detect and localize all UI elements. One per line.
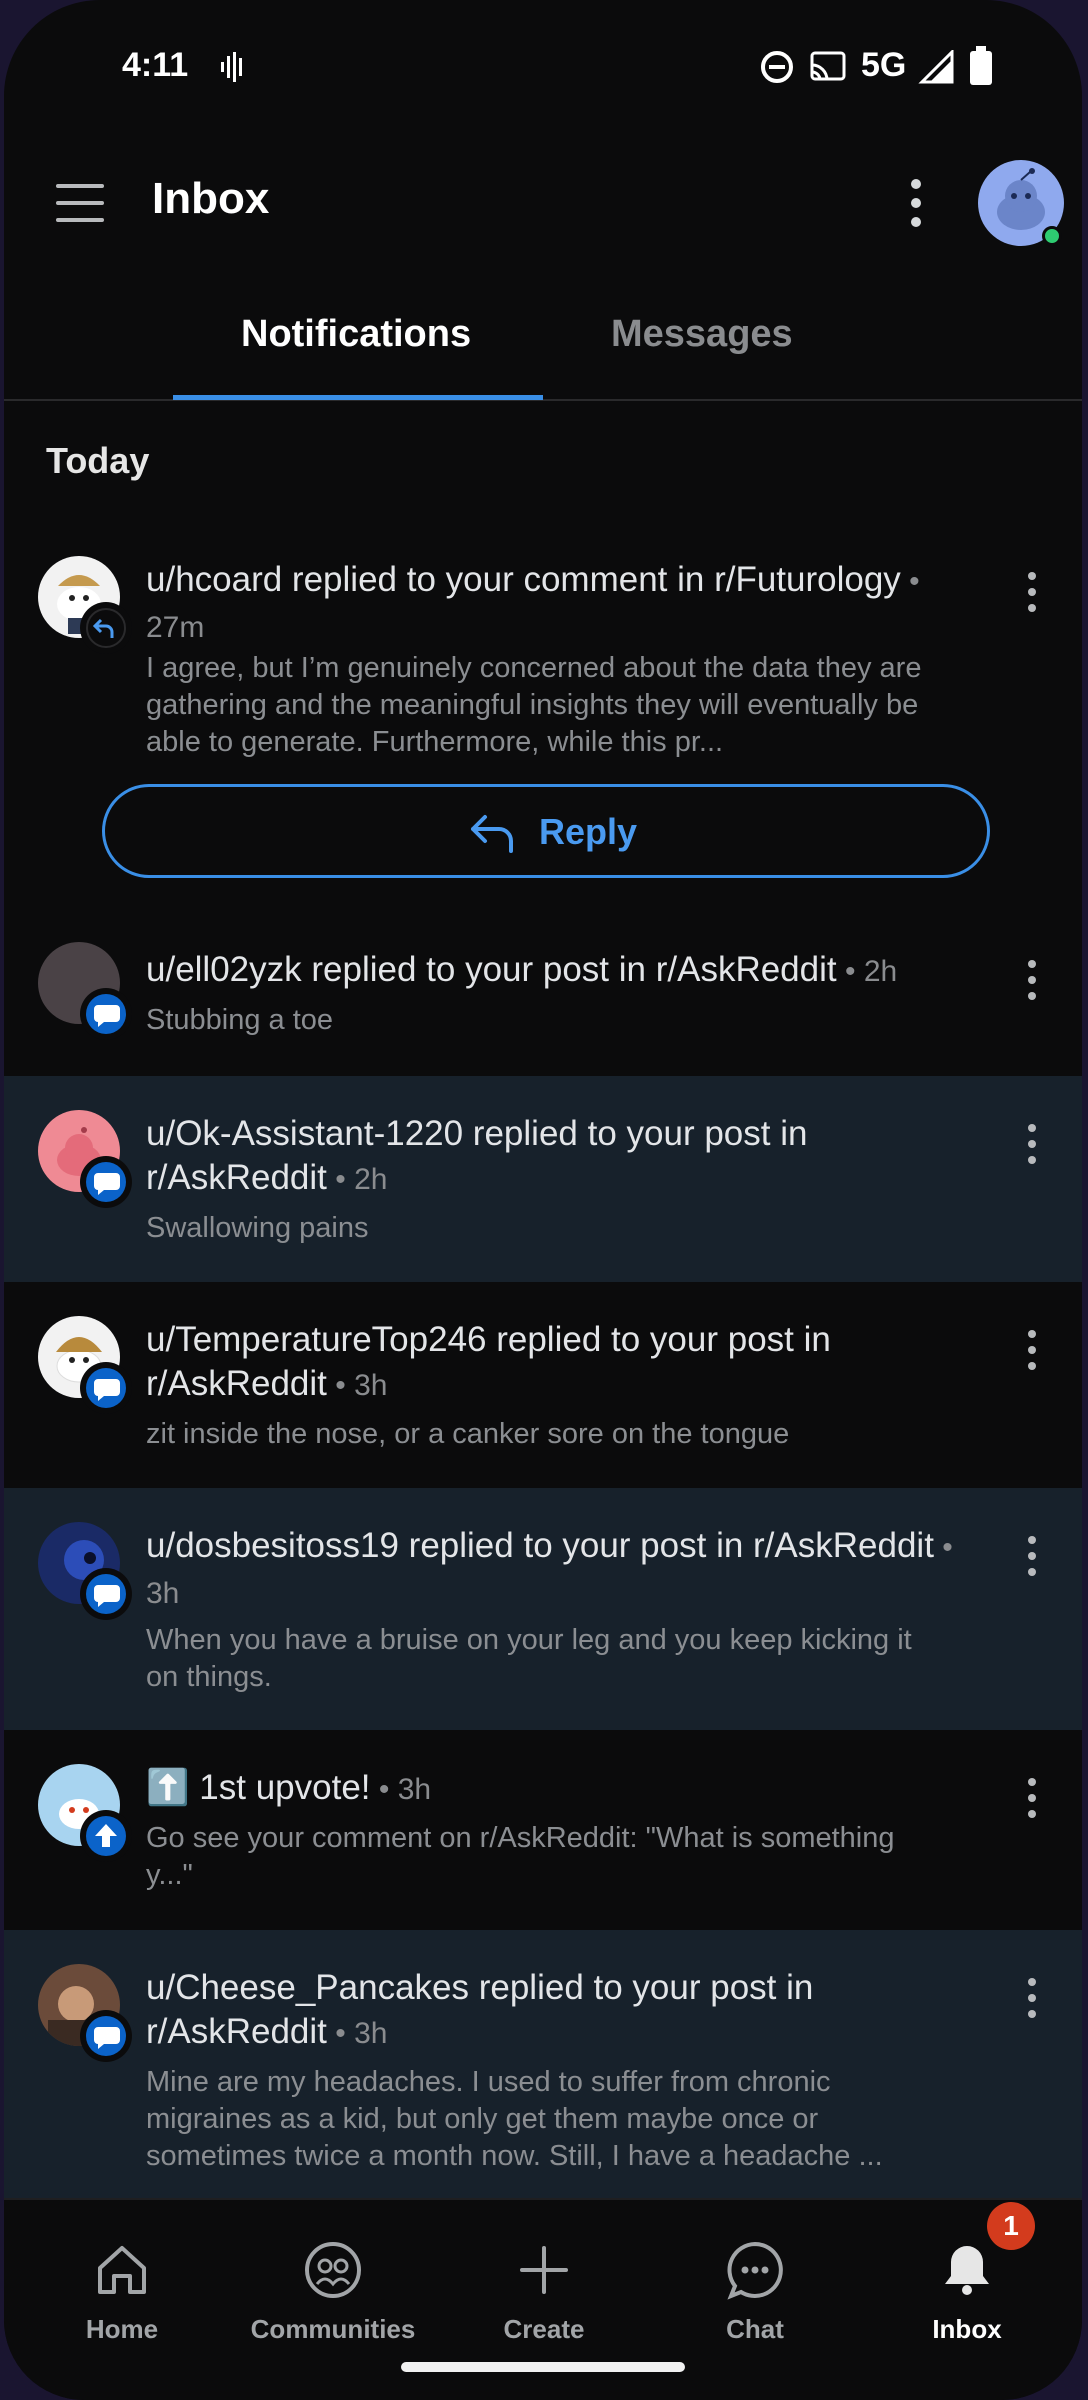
notification-body: Swallowing pains — [146, 1212, 369, 1244]
notification-body: zit inside the nose, or a canker sore on… — [146, 1418, 790, 1450]
plus-icon — [520, 2246, 568, 2294]
notification-item[interactable]: u/Cheese_Pancakes replied to your post i… — [4, 1930, 1082, 2200]
nav-create-label: Create — [503, 2314, 585, 2344]
notification-body: Go see your comment on r/AskReddit: "Wha… — [146, 1822, 895, 1891]
comment-icon — [94, 1585, 120, 1607]
notification-title: u/dosbesitoss19 replied to your post in … — [146, 1526, 953, 1610]
notification-time: 3h — [354, 2017, 388, 2050]
menu-icon[interactable] — [54, 180, 106, 226]
more-options-icon[interactable] — [1022, 1774, 1042, 1824]
notification-type-badge — [80, 2010, 132, 2062]
nav-chat[interactable]: Chat — [665, 2220, 845, 2350]
reply-button-label: Reply — [539, 811, 638, 852]
more-options-icon[interactable] — [1022, 1120, 1042, 1170]
do-not-disturb-icon — [761, 51, 793, 83]
reply-icon — [471, 815, 513, 853]
notification-type-badge — [80, 1362, 132, 1414]
signal-icon — [918, 50, 954, 84]
nav-create[interactable]: Create — [454, 2220, 634, 2350]
notification-type-badge — [80, 1156, 132, 1208]
notification-body: When you have a bruise on your leg and y… — [146, 1624, 912, 1693]
notification-type-badge — [80, 602, 132, 654]
notification-body: Stubbing a toe — [146, 1004, 334, 1036]
reply-button[interactable]: Reply — [102, 784, 990, 878]
inbox-unread-badge: 1 — [987, 2202, 1035, 2250]
chat-icon — [727, 2241, 783, 2300]
notification-type-badge — [80, 1810, 132, 1862]
online-status-dot — [1042, 226, 1062, 246]
comment-icon — [94, 1379, 120, 1401]
bell-icon — [945, 2246, 989, 2295]
notification-time: 2h — [863, 955, 898, 988]
home-icon — [98, 2246, 146, 2294]
nav-home[interactable]: Home — [32, 2220, 212, 2350]
active-tab-indicator — [173, 395, 543, 400]
nav-communities-label: Communities — [250, 2314, 416, 2344]
more-options-icon[interactable] — [1022, 956, 1042, 1006]
more-options-icon[interactable] — [1022, 1974, 1042, 2024]
notification-item[interactable]: ⬆️ 1st upvote! • 3h Go see your comment … — [4, 1730, 1082, 1930]
notification-type-badge — [80, 1568, 132, 1620]
tab-notifications[interactable]: Notifications — [241, 313, 471, 356]
notification-title: u/ell02yzk replied to your post in r/Ask… — [146, 950, 898, 989]
notification-title: u/hcoard replied to your comment in r/Fu… — [146, 560, 920, 644]
more-options-icon[interactable] — [1022, 1532, 1042, 1582]
notification-time: 27m — [146, 611, 205, 644]
status-time: 4:11 — [122, 46, 189, 84]
comment-icon — [94, 1173, 120, 1195]
reply-icon — [92, 618, 114, 638]
notification-time: 3h — [146, 1577, 180, 1610]
notification-title: u/Cheese_Pancakes replied to your post i… — [146, 1968, 814, 2051]
notification-title: ⬆️ 1st upvote! • 3h — [146, 1768, 432, 1807]
network-type: 5G — [861, 46, 907, 84]
notification-item[interactable]: u/dosbesitoss19 replied to your post in … — [4, 1488, 1082, 1730]
notification-time: 2h — [354, 1163, 388, 1196]
notification-title: u/TemperatureTop246 replied to your post… — [146, 1320, 831, 1403]
notification-body: Mine are my headaches. I used to suffer … — [146, 2066, 883, 2172]
battery-icon — [970, 46, 992, 85]
more-options-icon[interactable] — [1022, 568, 1042, 618]
more-options-icon[interactable] — [1022, 1326, 1042, 1376]
tab-messages[interactable]: Messages — [611, 313, 793, 356]
notification-item[interactable]: u/TemperatureTop246 replied to your post… — [4, 1282, 1082, 1488]
notification-item[interactable]: u/ell02yzk replied to your post in r/Ask… — [4, 920, 1082, 1076]
notification-time: 3h — [354, 1369, 388, 1402]
inbox-tabs: Notifications Messages — [4, 295, 1082, 401]
nav-home-label: Home — [85, 2314, 159, 2344]
more-options-icon[interactable] — [906, 178, 926, 228]
communities-icon — [305, 2242, 361, 2298]
notification-body: I agree, but I’m genuinely concerned abo… — [146, 652, 922, 758]
nav-inbox-label: Inbox — [932, 2314, 1002, 2344]
upvote-icon — [95, 1824, 117, 1847]
notification-title: u/Ok-Assistant-1220 replied to your post… — [146, 1114, 808, 1197]
cast-icon — [810, 51, 846, 81]
comment-icon — [94, 1005, 120, 1027]
nav-communities[interactable]: Communities — [243, 2220, 423, 2350]
page-title: Inbox — [152, 174, 270, 223]
nav-chat-label: Chat — [726, 2314, 784, 2344]
sound-wave-icon — [221, 52, 242, 82]
comment-icon — [94, 2027, 120, 2049]
section-heading-today: Today — [46, 440, 150, 481]
notification-item[interactable]: u/Ok-Assistant-1220 replied to your post… — [4, 1076, 1082, 1282]
phone-screen: 4:11 5G Inbox Notifications Messages Tod… — [4, 0, 1082, 2400]
notification-time: 3h — [397, 1773, 432, 1806]
app-bar: Inbox — [4, 150, 1082, 260]
notification-type-badge — [80, 988, 132, 1040]
home-indicator[interactable] — [401, 2362, 685, 2372]
status-bar: 4:11 5G — [4, 0, 1082, 130]
